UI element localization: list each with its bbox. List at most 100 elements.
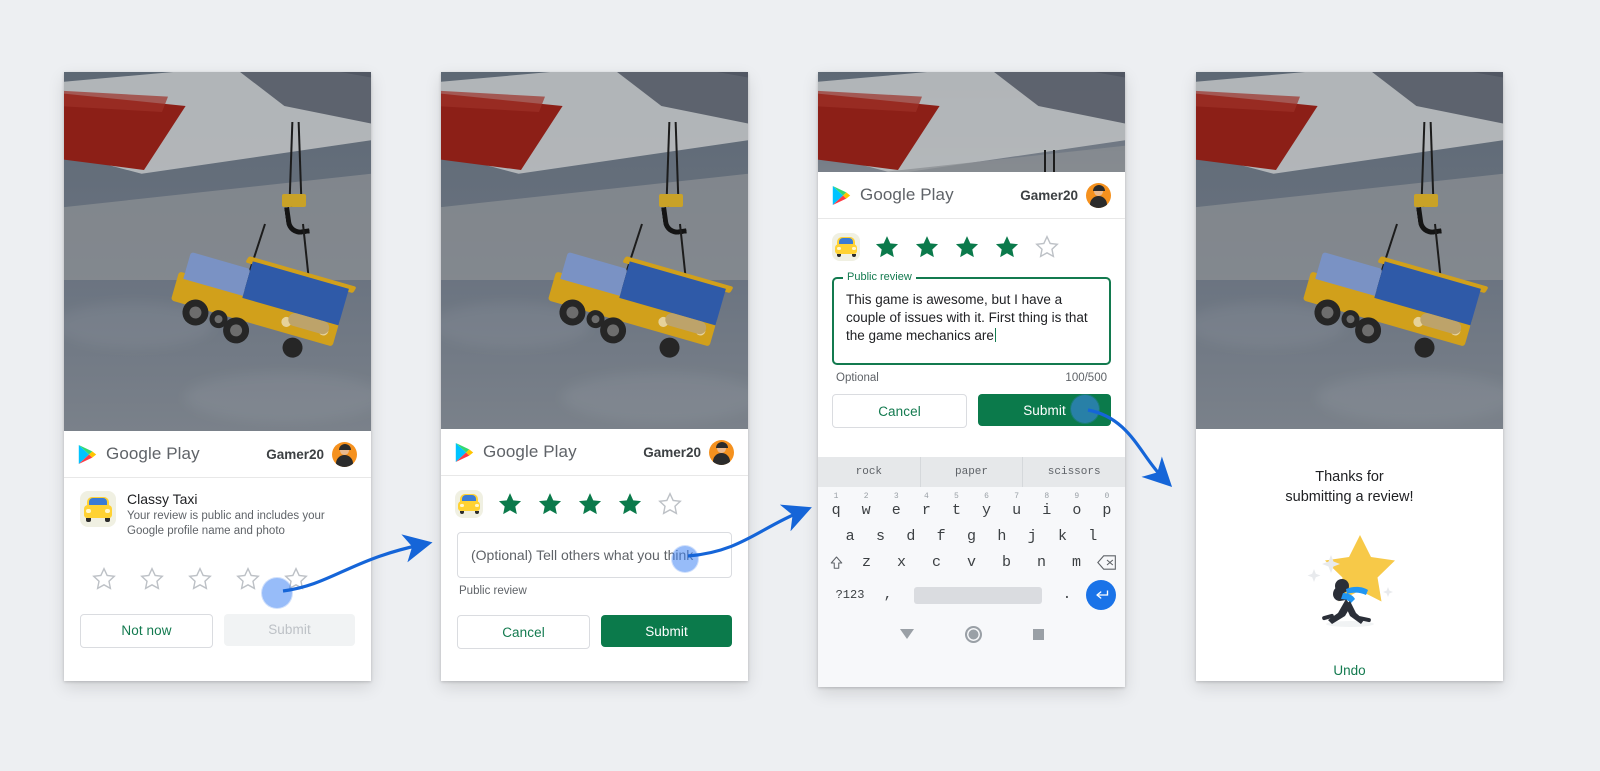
keyboard-row-4[interactable]: ?123 , . bbox=[821, 580, 1122, 610]
key-t[interactable]: 5t bbox=[941, 493, 971, 520]
undo-button[interactable]: Undo bbox=[1333, 663, 1365, 678]
game-artwork-3 bbox=[818, 72, 1125, 172]
key-k[interactable]: k bbox=[1047, 528, 1077, 545]
key-v[interactable]: v bbox=[954, 554, 989, 571]
key-z[interactable]: z bbox=[849, 554, 884, 571]
star-2[interactable] bbox=[914, 234, 940, 260]
symbols-key[interactable]: ?123 bbox=[827, 588, 873, 602]
key-c[interactable]: c bbox=[919, 554, 954, 571]
star-2[interactable] bbox=[537, 491, 563, 517]
enter-arrow-icon[interactable] bbox=[1086, 580, 1116, 610]
key-d[interactable]: d bbox=[896, 528, 926, 545]
brand-title: Google Play bbox=[860, 185, 954, 204]
keyboard-row-3[interactable]: z x c v b n m bbox=[821, 554, 1122, 571]
submit-button[interactable]: Submit bbox=[601, 615, 732, 647]
google-play-logo-icon bbox=[78, 444, 97, 465]
avatar[interactable] bbox=[1086, 182, 1111, 208]
star-rating-3[interactable] bbox=[818, 219, 1125, 261]
space-key[interactable] bbox=[913, 586, 1042, 604]
star-rating-2[interactable] bbox=[441, 476, 748, 518]
comma-key[interactable]: , bbox=[873, 587, 903, 603]
review-sheet-1: Google Play Gamer20 Classy Taxi Your rev… bbox=[64, 431, 371, 681]
classy-taxi-app-icon bbox=[455, 490, 483, 518]
star-1[interactable] bbox=[80, 566, 128, 592]
key-e[interactable]: 3e bbox=[881, 493, 911, 520]
key-j[interactable]: j bbox=[1017, 528, 1047, 545]
review-sheet-2: Google Play Gamer20 (Optional) Tell othe… bbox=[441, 429, 748, 681]
star-1[interactable] bbox=[874, 234, 900, 260]
phone-panel-1: Google Play Gamer20 Classy Taxi Your rev… bbox=[64, 72, 371, 681]
key-f[interactable]: f bbox=[926, 528, 956, 545]
key-p[interactable]: 0p bbox=[1092, 493, 1122, 520]
review-field-legend: Public review bbox=[843, 271, 916, 283]
key-n[interactable]: n bbox=[1024, 554, 1059, 571]
key-b[interactable]: b bbox=[989, 554, 1024, 571]
review-textarea-3[interactable]: Public review This game is awesome, but … bbox=[832, 271, 1111, 365]
nav-back-icon[interactable] bbox=[899, 629, 914, 639]
key-h[interactable]: h bbox=[987, 528, 1017, 545]
key-x[interactable]: x bbox=[884, 554, 919, 571]
suggestion-scissors[interactable]: scissors bbox=[1022, 457, 1125, 487]
brand-title: Google Play bbox=[483, 442, 577, 461]
key-l[interactable]: l bbox=[1078, 528, 1108, 545]
avatar[interactable] bbox=[709, 439, 734, 465]
game-artwork-1 bbox=[64, 72, 371, 431]
star-rating-1[interactable] bbox=[64, 544, 371, 592]
keyboard-row-2[interactable]: a s d f g h j k l bbox=[821, 528, 1122, 545]
suggestion-rock[interactable]: rock bbox=[818, 457, 920, 487]
avatar[interactable] bbox=[332, 441, 357, 467]
key-r[interactable]: 4r bbox=[911, 493, 941, 520]
google-play-logo-icon bbox=[455, 442, 474, 463]
backspace-icon[interactable] bbox=[1094, 555, 1120, 570]
key-y[interactable]: 6y bbox=[972, 493, 1002, 520]
thanks-sheet: Thanks for submitting a review! Undo bbox=[1196, 429, 1503, 681]
star-4[interactable] bbox=[994, 234, 1020, 260]
review-helper-text: Public review bbox=[459, 585, 527, 597]
tap-indicator-submit bbox=[1071, 395, 1099, 423]
action-row-1: Not now Submit bbox=[64, 592, 371, 648]
star-2[interactable] bbox=[128, 566, 176, 592]
nav-recents-icon[interactable] bbox=[1032, 628, 1044, 640]
optional-label: Optional bbox=[836, 372, 879, 384]
game-artwork-4 bbox=[1196, 72, 1503, 429]
google-play-logo-icon bbox=[832, 185, 851, 206]
user-name-2: Gamer20 bbox=[643, 444, 701, 460]
key-s[interactable]: s bbox=[865, 528, 895, 545]
nav-home-icon[interactable] bbox=[964, 625, 982, 643]
thanks-line-1: Thanks for bbox=[1315, 469, 1384, 485]
key-m[interactable]: m bbox=[1059, 554, 1094, 571]
keyboard-row-1[interactable]: 1q 2w 3e 4r 5t 6y 7u 8i 9o 0p bbox=[821, 493, 1122, 520]
key-q[interactable]: 1q bbox=[821, 493, 851, 520]
action-row-2: Cancel Submit bbox=[441, 597, 748, 649]
user-name-1: Gamer20 bbox=[266, 446, 324, 462]
star-5[interactable] bbox=[1034, 234, 1060, 260]
cancel-button[interactable]: Cancel bbox=[457, 615, 590, 649]
shift-icon[interactable] bbox=[823, 555, 849, 571]
star-1[interactable] bbox=[497, 491, 523, 517]
key-u[interactable]: 7u bbox=[1002, 493, 1032, 520]
key-g[interactable]: g bbox=[956, 528, 986, 545]
soft-keyboard[interactable]: rock paper scissors 1q 2w 3e 4r 5t 6y 7u… bbox=[818, 457, 1125, 687]
app-bar-1: Google Play Gamer20 bbox=[64, 431, 371, 478]
keyboard-suggestions[interactable]: rock paper scissors bbox=[818, 457, 1125, 487]
star-3[interactable] bbox=[176, 566, 224, 592]
key-i[interactable]: 8i bbox=[1032, 493, 1062, 520]
star-4[interactable] bbox=[617, 491, 643, 517]
star-3[interactable] bbox=[577, 491, 603, 517]
submit-button-disabled[interactable]: Submit bbox=[224, 613, 355, 646]
star-5[interactable] bbox=[657, 491, 683, 517]
not-now-button[interactable]: Not now bbox=[80, 613, 213, 648]
suggestion-paper[interactable]: paper bbox=[919, 457, 1023, 487]
cancel-button[interactable]: Cancel bbox=[832, 394, 967, 428]
star-3[interactable] bbox=[954, 234, 980, 260]
classy-taxi-app-icon bbox=[80, 491, 116, 527]
key-w[interactable]: 2w bbox=[851, 493, 881, 520]
key-o[interactable]: 9o bbox=[1062, 493, 1092, 520]
key-a[interactable]: a bbox=[835, 528, 865, 545]
app-bar-2: Google Play Gamer20 bbox=[441, 429, 748, 476]
person-pushing-star-illustration bbox=[1290, 525, 1410, 637]
android-nav-bar[interactable] bbox=[818, 619, 1125, 649]
app-subtitle: Your review is public and includes your … bbox=[127, 510, 325, 538]
period-key[interactable]: . bbox=[1052, 587, 1082, 603]
review-meta-row: Optional 100/500 bbox=[818, 365, 1125, 384]
